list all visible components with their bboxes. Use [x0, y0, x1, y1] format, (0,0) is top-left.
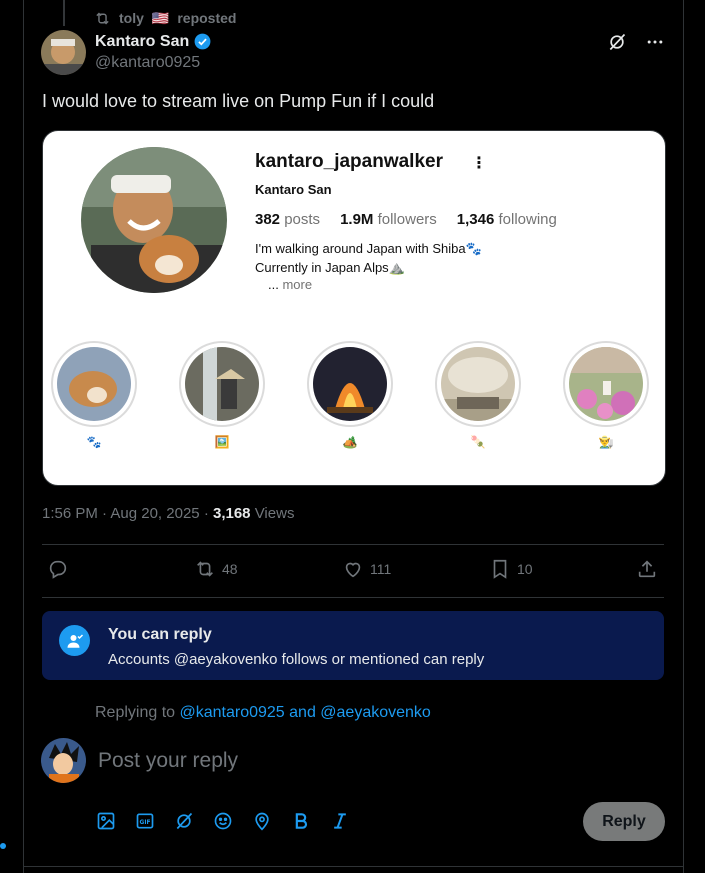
ig-followers-count: 1.9M [340, 211, 374, 228]
repost-suffix: reposted [177, 10, 237, 26]
retweet-count: 48 [222, 561, 238, 577]
ig-more-text: more [282, 277, 313, 292]
ig-highlight-label: 🍡 [470, 435, 486, 449]
repost-icon [96, 12, 109, 24]
retweet-icon [197, 561, 213, 577]
ig-more-link: ... more [268, 277, 312, 292]
meta-separator: · [203, 505, 209, 522]
svg-text:GIF: GIF [140, 820, 151, 826]
ig-highlight-label: 🖼️ [214, 435, 230, 449]
views-label: Views [254, 505, 295, 522]
flag-emoji: 🇺🇸 [151, 9, 170, 26]
retweet-button[interactable]: 48 [194, 558, 238, 580]
grok-icon[interactable] [174, 810, 194, 832]
divider [42, 544, 664, 545]
gif-icon[interactable]: GIF [135, 810, 155, 832]
image-icon[interactable] [96, 810, 116, 832]
italic-icon[interactable] [330, 810, 350, 832]
tweet-media-image[interactable]: kantaro_japanwalker ⋮ Kantaro San 382 po… [42, 130, 666, 486]
emoji-icon[interactable] [213, 810, 233, 832]
share-icon [638, 560, 656, 578]
meta-separator: · [102, 505, 108, 522]
author-avatar[interactable] [41, 30, 86, 75]
heart-icon [345, 562, 361, 578]
reply-input[interactable] [96, 744, 560, 778]
divider [23, 866, 683, 867]
reply-submit-button[interactable]: Reply [583, 802, 665, 841]
ig-highlight: 🏕️ [307, 341, 393, 449]
ig-following-count: 1,346 [456, 211, 495, 228]
bookmark-icon [493, 559, 507, 579]
user-check-icon [59, 625, 90, 656]
tweet-time[interactable]: 1:56 PM [42, 505, 98, 522]
replying-users-link[interactable]: @kantaro0925 and @aeyakovenko [180, 704, 431, 721]
user-avatar[interactable] [41, 738, 86, 783]
views-count: 3,168 [212, 505, 251, 522]
ig-menu-dots-icon: ⋮ [471, 155, 487, 172]
tweet-actions-bar: 48 111 10 [42, 558, 664, 584]
replying-to: Replying to @kantaro0925 and @aeyakovenk… [95, 704, 431, 722]
tweet-top-actions [607, 32, 665, 52]
ig-highlight-label: 🐾 [86, 435, 102, 449]
author-handle[interactable]: @kantaro0925 [95, 54, 200, 72]
notification-dot [0, 843, 6, 849]
ig-highlight: 🍡 [435, 341, 521, 449]
share-button[interactable] [636, 558, 658, 580]
reply-permission-notice: You can reply Accounts @aeyakovenko foll… [42, 611, 664, 680]
grok-icon[interactable] [607, 32, 627, 52]
ig-posts-count: 382 [255, 211, 281, 228]
notice-text: Accounts @aeyakovenko follows or mention… [108, 651, 485, 668]
more-options-icon[interactable] [645, 32, 665, 52]
bold-icon[interactable] [291, 810, 311, 832]
reply-icon [49, 560, 67, 579]
verified-badge-icon [194, 33, 211, 50]
tweet-meta: 1:56 PM · Aug 20, 2025 · 3,168 Views [42, 505, 294, 522]
ig-username: kantaro_japanwalker [255, 151, 443, 172]
ig-highlight-label: 🏕️ [342, 435, 358, 449]
bookmark-count: 10 [517, 561, 533, 577]
ig-bio-line-1: I'm walking around Japan with Shiba🐾 [255, 241, 482, 256]
ig-profile-avatar [81, 147, 227, 293]
thread-line [63, 0, 65, 26]
ig-bio-line-2: Currently in Japan Alps⛰️ [255, 260, 405, 275]
ig-highlight: 🐾 [51, 341, 137, 449]
ig-followers-label: followers [377, 211, 437, 228]
tweet-date[interactable]: Aug 20, 2025 [110, 505, 199, 522]
repost-indicator[interactable]: toly 🇺🇸 reposted [94, 8, 236, 28]
reply-button[interactable] [47, 558, 69, 580]
ig-stats: 382 posts 1.9M followers 1,346 following [255, 211, 557, 228]
tweet-text: I would love to stream live on Pump Fun … [42, 91, 435, 111]
ig-highlight-label: 👨‍🌾 [598, 435, 614, 449]
bookmark-button[interactable]: 10 [489, 558, 533, 580]
composer-toolbar: GIF [96, 810, 350, 832]
ig-following-label: following [498, 211, 557, 228]
ig-display-name: Kantaro San [255, 182, 332, 197]
author-name-text[interactable]: Kantaro San [95, 33, 189, 51]
location-icon[interactable] [252, 810, 272, 832]
notice-title: You can reply [108, 626, 212, 643]
ig-posts-label: posts [284, 211, 321, 228]
divider [42, 597, 664, 598]
ig-highlight: 👨‍🌾 [563, 341, 649, 449]
like-button[interactable]: 111 [342, 558, 391, 580]
ig-highlight: 🖼️ [179, 341, 265, 449]
repost-user[interactable]: toly [119, 10, 144, 26]
author-name[interactable]: Kantaro San [95, 32, 212, 51]
replying-prefix: Replying to [95, 704, 176, 721]
like-count: 111 [370, 561, 392, 577]
ig-more-prefix: ... [268, 277, 279, 292]
